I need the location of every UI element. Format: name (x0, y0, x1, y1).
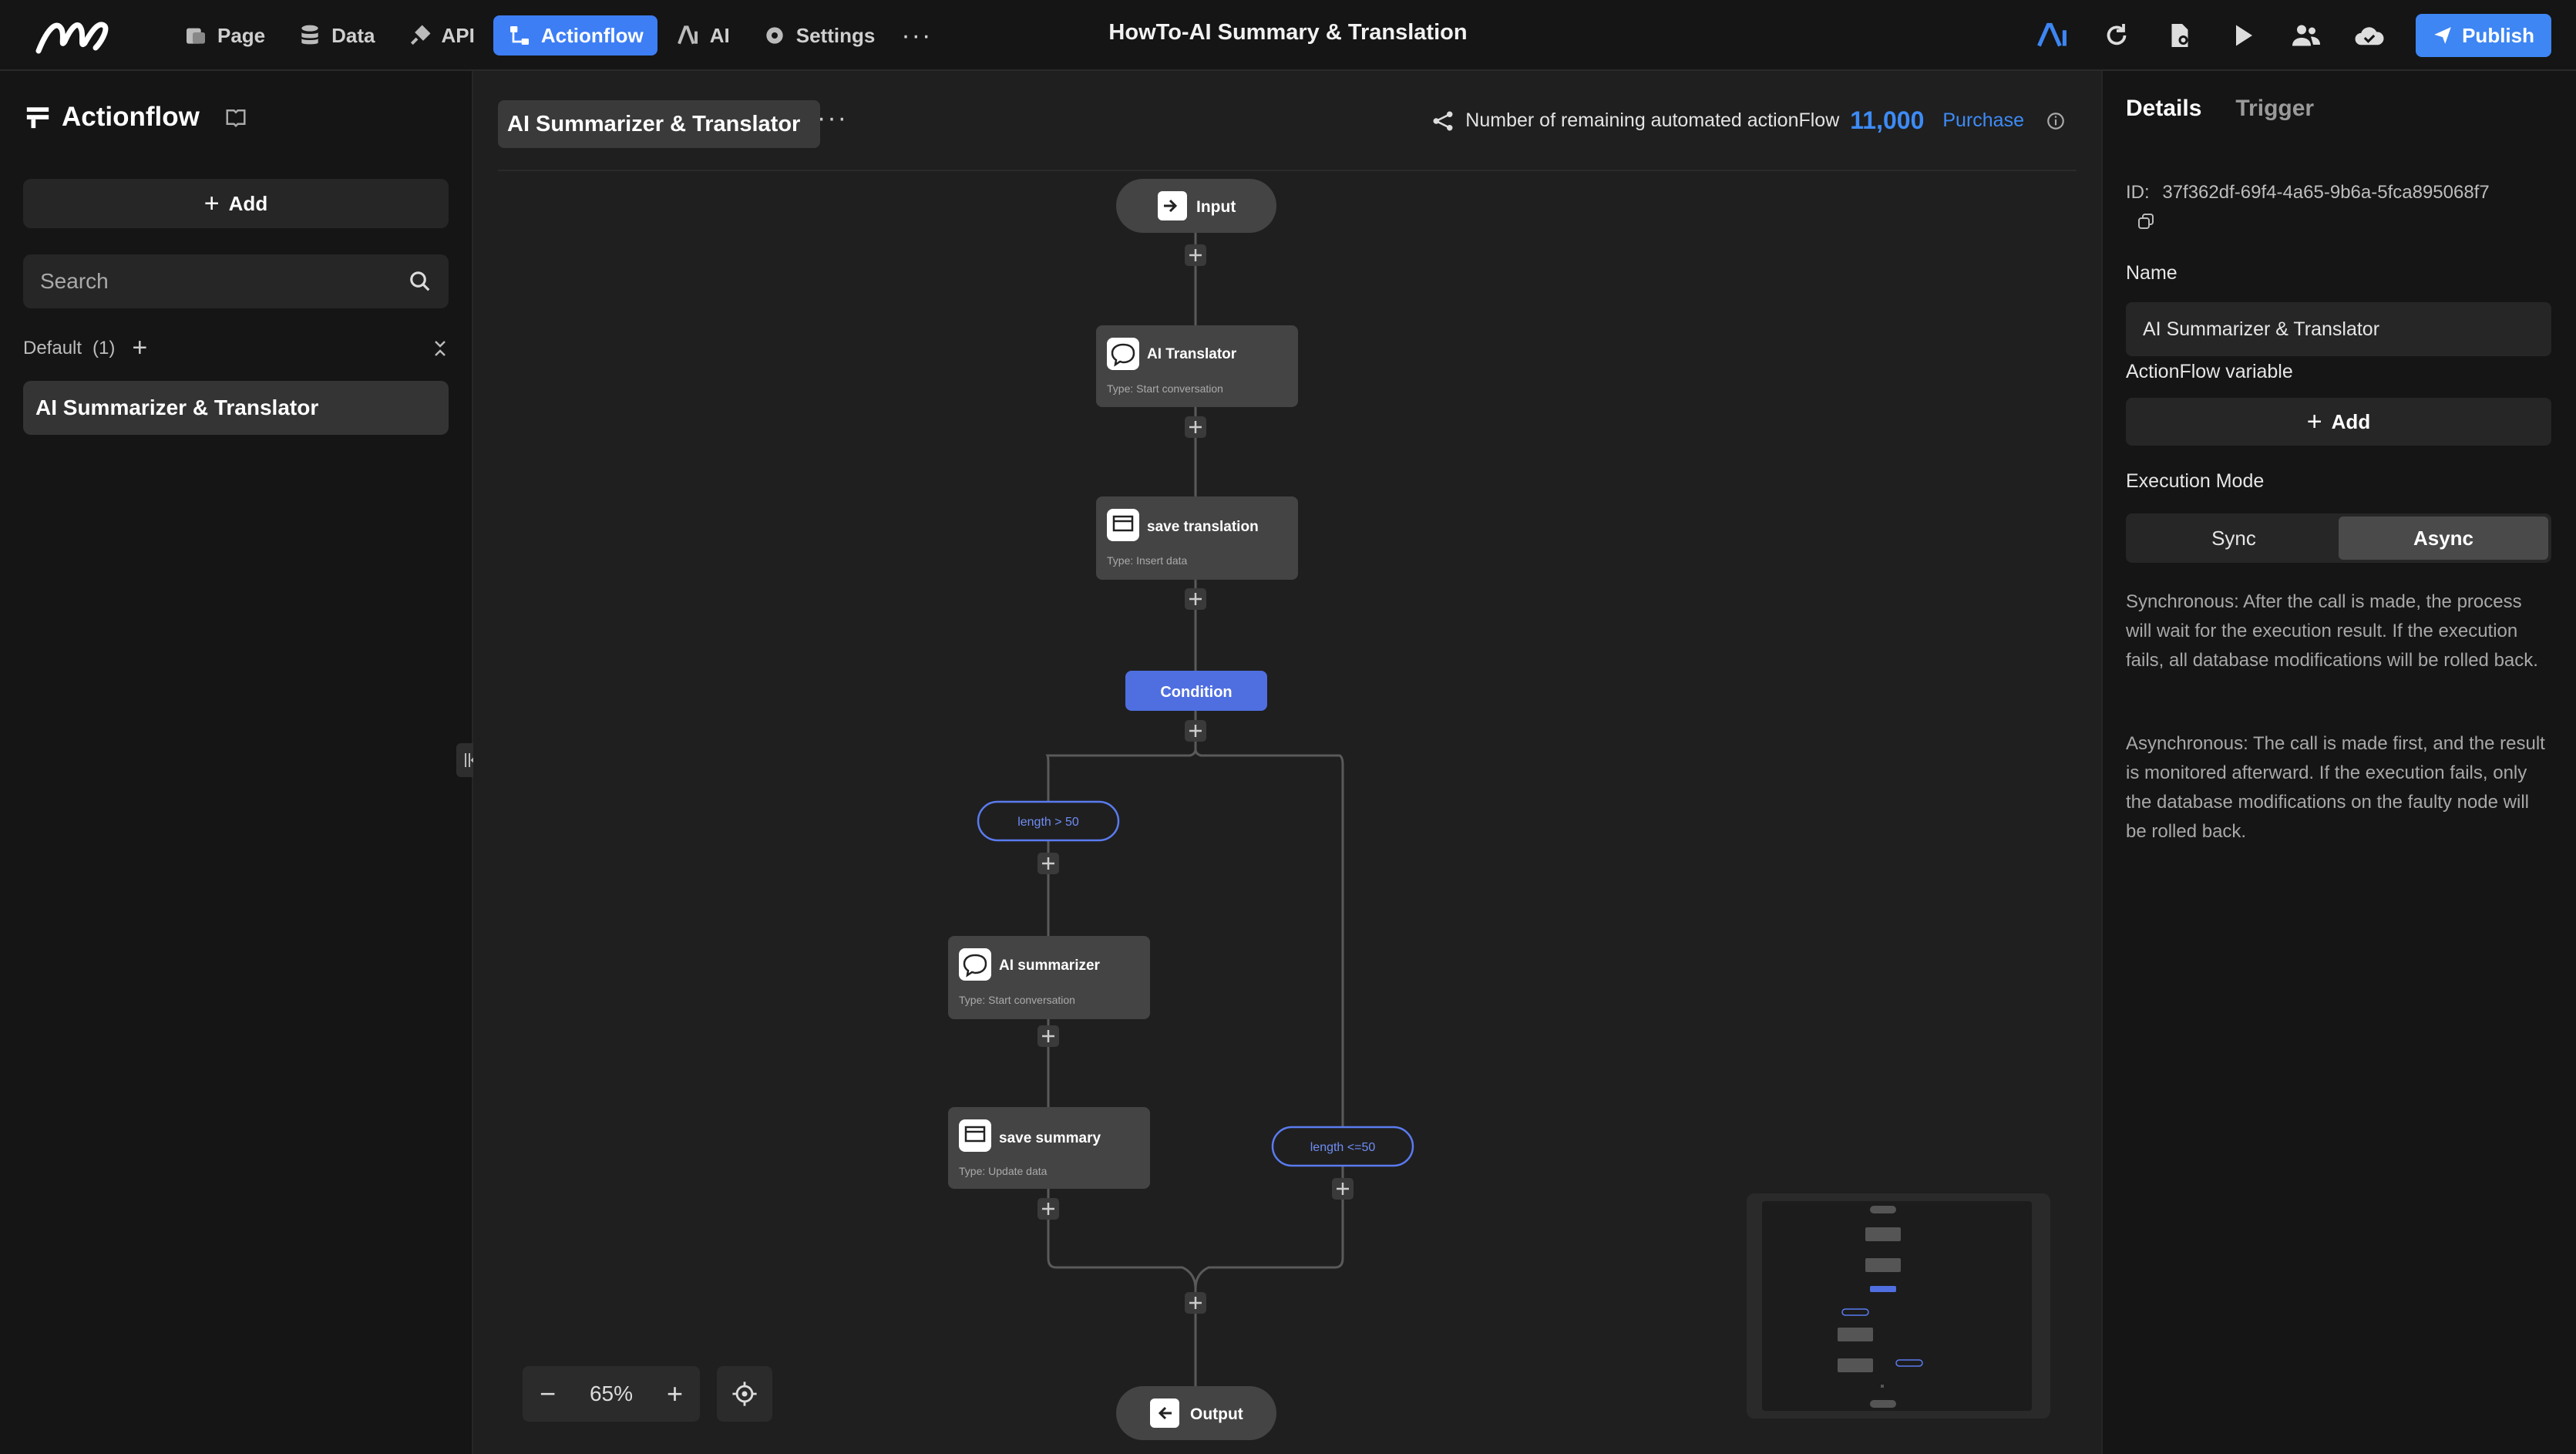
ai-assistant-button[interactable] (2036, 19, 2070, 52)
minimap[interactable] (1747, 1193, 2050, 1419)
actionflow-icon (26, 107, 49, 129)
node-title: save summary (999, 1130, 1101, 1146)
plus-icon: + (203, 188, 220, 218)
tab-trigger[interactable]: Trigger (2235, 96, 2314, 122)
play-icon (2236, 25, 2253, 46)
save-summary-node[interactable]: save summary Type: Update data (948, 1107, 1150, 1189)
ai-translator-node[interactable]: AI Translator Type: Start conversation (1096, 325, 1298, 407)
add-step-button[interactable] (1185, 416, 1206, 438)
node-type: Type: Start conversation (1107, 382, 1223, 395)
sidebar-item-label: AI Summarizer & Translator (35, 395, 319, 419)
refresh-icon (2107, 24, 2127, 45)
publish-button[interactable]: Publish (2416, 14, 2551, 57)
sidebar-search (23, 254, 449, 308)
publish-label: Publish (2462, 23, 2534, 47)
branch-label: length > 50 (1017, 816, 1079, 829)
crosshair-icon (732, 1382, 757, 1406)
cloud-sync-button[interactable] (2352, 19, 2386, 52)
condition-node[interactable]: Condition (1125, 671, 1267, 711)
send-icon (2434, 27, 2451, 44)
preview-button[interactable] (2226, 19, 2260, 52)
users-icon (2292, 25, 2321, 46)
name-label: Name (2126, 262, 2177, 284)
execution-mode-toggle: Sync Async (2126, 513, 2551, 563)
plus-icon: + (2306, 406, 2322, 436)
branch-length-gt-50[interactable]: length > 50 (977, 800, 1120, 842)
group-name: Default (23, 337, 82, 358)
add-step-button[interactable] (1037, 1198, 1059, 1220)
flow-canvas[interactable]: AI Summarizer & Translator ··· Number of… (473, 71, 2101, 1454)
file-settings-button[interactable] (2163, 19, 2197, 52)
zoom-out-button[interactable]: − (540, 1378, 556, 1410)
sidebar-header: Actionflow (25, 102, 247, 133)
add-variable-label: Add (2331, 409, 2371, 433)
branch-label: length <=50 (1310, 1141, 1376, 1154)
output-node-label: Output (1190, 1405, 1243, 1423)
add-label: Add (228, 191, 268, 215)
flow-id: ID: 37f362df-69f4-4a65-9b6a-5fca895068f7 (2126, 179, 2558, 239)
async-description: Asynchronous: The call is made first, an… (2126, 733, 2545, 842)
id-label: ID: (2126, 182, 2150, 203)
input-node-label: Input (1196, 198, 1236, 216)
output-node[interactable]: Output (1116, 1386, 1276, 1440)
collaborators-button[interactable] (2289, 19, 2323, 52)
minimap-preview (1838, 1206, 1923, 1408)
add-step-button[interactable] (1185, 244, 1206, 266)
save-translation-node[interactable]: save translation Type: Insert data (1096, 496, 1298, 580)
group-count: (1) (92, 337, 116, 358)
cloud-icon (2355, 27, 2384, 45)
zoom-level: 65% (589, 1382, 633, 1405)
add-step-button[interactable] (1037, 853, 1059, 874)
add-step-button[interactable] (1037, 1025, 1059, 1047)
node-type: Type: Update data (959, 1165, 1048, 1177)
branch-length-lte-50[interactable]: length <=50 (1271, 1126, 1414, 1167)
panel-tabs: Details Trigger (2126, 96, 2314, 122)
variable-label: ActionFlow variable (2126, 361, 2293, 382)
add-step-button[interactable] (1185, 588, 1206, 610)
sidebar-item-ai-summarizer[interactable]: AI Summarizer & Translator (23, 381, 449, 435)
details-panel: Details Trigger ID: 37f362df-69f4-4a65-9… (2101, 71, 2576, 1454)
zoom-in-button[interactable]: + (667, 1378, 683, 1410)
input-node[interactable]: Input (1116, 179, 1276, 233)
actionflow-sidebar: Actionflow + Add Default (1) + AI Summar… (0, 71, 473, 1454)
collapse-icon[interactable] (432, 338, 449, 358)
sync-description: Synchronous: After the call is made, the… (2126, 591, 2538, 671)
node-title: AI Translator (1147, 346, 1237, 362)
mode-async-option[interactable]: Async (2339, 517, 2548, 560)
condition-label: Condition (1160, 684, 1232, 701)
node-type: Type: Insert data (1107, 554, 1187, 567)
recenter-button[interactable] (717, 1366, 772, 1422)
zoom-controls: − 65% + (523, 1366, 700, 1422)
ai-summarizer-node[interactable]: AI summarizer Type: Start conversation (948, 936, 1150, 1019)
execution-mode-label: Execution Mode (2126, 470, 2265, 492)
group-header-default[interactable]: Default (1) + (23, 333, 449, 363)
top-right-toolbar: Publish (2036, 14, 2551, 57)
refresh-button[interactable] (2100, 19, 2134, 52)
search-input[interactable] (40, 269, 379, 294)
tab-details[interactable]: Details (2126, 96, 2201, 122)
node-title: save translation (1147, 519, 1259, 535)
ai-logo-icon (2037, 22, 2067, 47)
add-actionflow-button[interactable]: + Add (23, 179, 449, 228)
node-title: AI summarizer (999, 958, 1101, 974)
add-step-button[interactable] (1185, 1292, 1206, 1314)
add-variable-button[interactable]: + Add (2126, 398, 2551, 446)
add-group-item-icon[interactable]: + (132, 333, 147, 363)
top-bar: Page Data API Actionflow AI Settings ···… (0, 0, 2576, 71)
mode-sync-option[interactable]: Sync (2129, 517, 2339, 560)
copy-icon[interactable] (2137, 212, 2155, 231)
docs-book-icon[interactable] (224, 106, 247, 129)
name-field[interactable]: AI Summarizer & Translator (2126, 302, 2551, 356)
sidebar-title: Actionflow (62, 102, 200, 132)
minimap-viewport (1762, 1201, 2032, 1411)
id-value: 37f362df-69f4-4a65-9b6a-5fca895068f7 (2162, 182, 2490, 203)
search-icon[interactable] (409, 270, 432, 293)
node-type: Type: Start conversation (959, 994, 1075, 1006)
add-step-button[interactable] (1185, 720, 1206, 742)
file-gear-icon (2171, 24, 2188, 47)
add-step-button[interactable] (1332, 1178, 1354, 1200)
